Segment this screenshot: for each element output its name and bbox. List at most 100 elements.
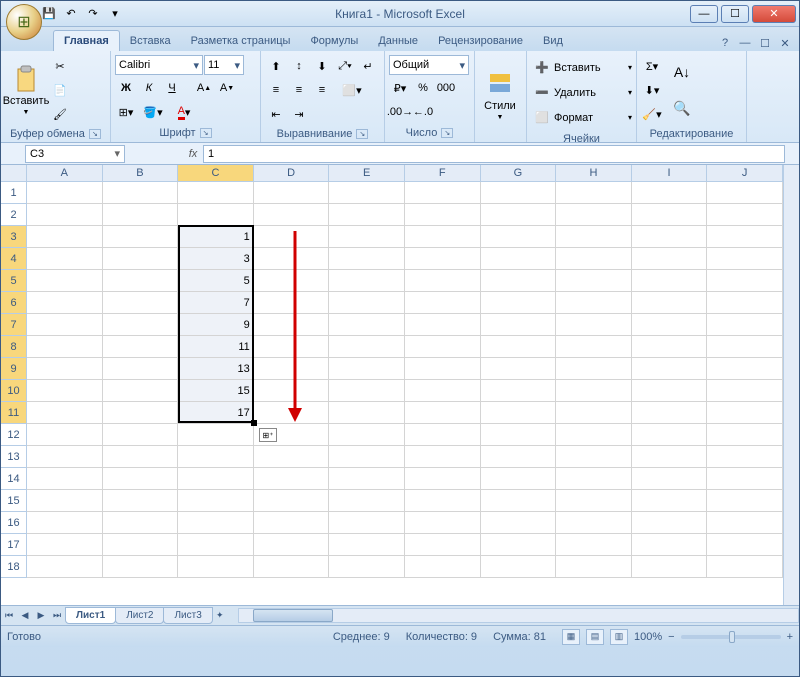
cell[interactable] <box>707 490 783 512</box>
cell[interactable] <box>707 314 783 336</box>
cell[interactable] <box>103 556 179 578</box>
cell[interactable] <box>707 270 783 292</box>
cell[interactable] <box>632 182 708 204</box>
cell[interactable] <box>329 204 405 226</box>
cell[interactable] <box>632 314 708 336</box>
cell[interactable] <box>556 182 632 204</box>
cell[interactable] <box>254 512 330 534</box>
row-header[interactable]: 4 <box>1 248 27 270</box>
comma-button[interactable]: 000 <box>435 77 457 99</box>
cell[interactable] <box>329 336 405 358</box>
help-icon[interactable]: ? <box>717 35 733 51</box>
close-button[interactable]: ✕ <box>752 5 796 23</box>
cell[interactable] <box>481 182 557 204</box>
cell[interactable] <box>707 204 783 226</box>
cell[interactable] <box>178 490 254 512</box>
row-header[interactable]: 14 <box>1 468 27 490</box>
cell[interactable] <box>329 424 405 446</box>
indent-increase-button[interactable]: ⇥ <box>288 103 310 125</box>
increase-decimal-button[interactable]: .00→ <box>389 101 411 123</box>
cell[interactable] <box>405 204 481 226</box>
cell[interactable] <box>632 336 708 358</box>
merge-button[interactable]: ⬜▾ <box>341 79 363 101</box>
formula-input[interactable]: 1 <box>203 145 785 163</box>
cell[interactable] <box>178 182 254 204</box>
cell[interactable] <box>27 226 103 248</box>
cell[interactable] <box>481 314 557 336</box>
cell[interactable] <box>329 358 405 380</box>
column-header[interactable]: G <box>481 165 557 182</box>
autofill-options-button[interactable]: ⊞⁺ <box>259 428 277 442</box>
cell[interactable] <box>103 358 179 380</box>
vertical-scrollbar[interactable] <box>783 165 799 605</box>
indent-decrease-button[interactable]: ⇤ <box>265 103 287 125</box>
cell[interactable] <box>481 270 557 292</box>
cell[interactable] <box>405 336 481 358</box>
cell[interactable] <box>556 204 632 226</box>
cell[interactable] <box>329 446 405 468</box>
cell[interactable] <box>329 182 405 204</box>
shrink-font-button[interactable]: A▼ <box>216 77 238 99</box>
cell[interactable] <box>556 512 632 534</box>
cell[interactable] <box>481 292 557 314</box>
cell[interactable] <box>103 336 179 358</box>
format-painter-button[interactable]: 🖌 <box>49 103 71 125</box>
ribbon-tab-Формулы[interactable]: Формулы <box>300 31 368 51</box>
cell[interactable] <box>556 314 632 336</box>
column-header[interactable]: D <box>254 165 330 182</box>
sheet-nav-first[interactable]: ⏮ <box>1 608 17 624</box>
row-header[interactable]: 10 <box>1 380 27 402</box>
styles-button[interactable]: Стили ▼ <box>479 55 521 136</box>
cell[interactable] <box>254 402 330 424</box>
cell[interactable] <box>481 446 557 468</box>
redo-icon[interactable]: ↷ <box>83 4 103 24</box>
cell[interactable] <box>707 402 783 424</box>
orientation-button[interactable]: ⤢▾ <box>334 55 356 77</box>
cell[interactable] <box>178 204 254 226</box>
clipboard-launcher[interactable]: ↘ <box>89 129 101 139</box>
column-header[interactable]: F <box>405 165 481 182</box>
row-header[interactable]: 17 <box>1 534 27 556</box>
column-header[interactable]: B <box>103 165 179 182</box>
cell[interactable] <box>707 380 783 402</box>
cell[interactable] <box>707 336 783 358</box>
sheet-tab[interactable]: Лист2 <box>115 607 164 624</box>
sheet-tab[interactable]: Лист1 <box>65 607 116 624</box>
select-all-corner[interactable] <box>1 165 27 182</box>
cell[interactable] <box>27 182 103 204</box>
cell[interactable] <box>556 226 632 248</box>
cell[interactable] <box>254 358 330 380</box>
cell[interactable] <box>405 512 481 534</box>
cell[interactable]: 5 <box>178 270 254 292</box>
cell[interactable] <box>556 402 632 424</box>
ribbon-tab-Рецензирование[interactable]: Рецензирование <box>428 31 533 51</box>
cell[interactable] <box>481 468 557 490</box>
font-launcher[interactable]: ↘ <box>200 128 212 138</box>
mdi-minimize-icon[interactable]: — <box>737 35 753 51</box>
cell[interactable] <box>27 358 103 380</box>
cut-button[interactable]: ✂ <box>49 55 71 77</box>
delete-cells-button[interactable]: Удалить <box>554 87 627 99</box>
cell[interactable] <box>27 314 103 336</box>
cell[interactable]: 3 <box>178 248 254 270</box>
row-header[interactable]: 6 <box>1 292 27 314</box>
row-header[interactable]: 1 <box>1 182 27 204</box>
cell[interactable] <box>481 556 557 578</box>
cell[interactable] <box>329 468 405 490</box>
column-header[interactable]: C <box>178 165 254 182</box>
number-format-combo[interactable]: Общий▾ <box>389 55 469 75</box>
row-header[interactable]: 7 <box>1 314 27 336</box>
format-cells-button[interactable]: Формат <box>554 112 627 124</box>
cell[interactable] <box>405 402 481 424</box>
cell[interactable] <box>27 468 103 490</box>
find-button[interactable]: 🔍 <box>665 91 699 125</box>
cell[interactable] <box>481 424 557 446</box>
cell[interactable]: 11 <box>178 336 254 358</box>
normal-view-button[interactable]: ▦ <box>562 629 580 645</box>
cell[interactable] <box>556 270 632 292</box>
cell[interactable] <box>556 556 632 578</box>
cell[interactable] <box>103 270 179 292</box>
cell[interactable] <box>254 446 330 468</box>
cell[interactable] <box>707 358 783 380</box>
cell[interactable] <box>632 556 708 578</box>
